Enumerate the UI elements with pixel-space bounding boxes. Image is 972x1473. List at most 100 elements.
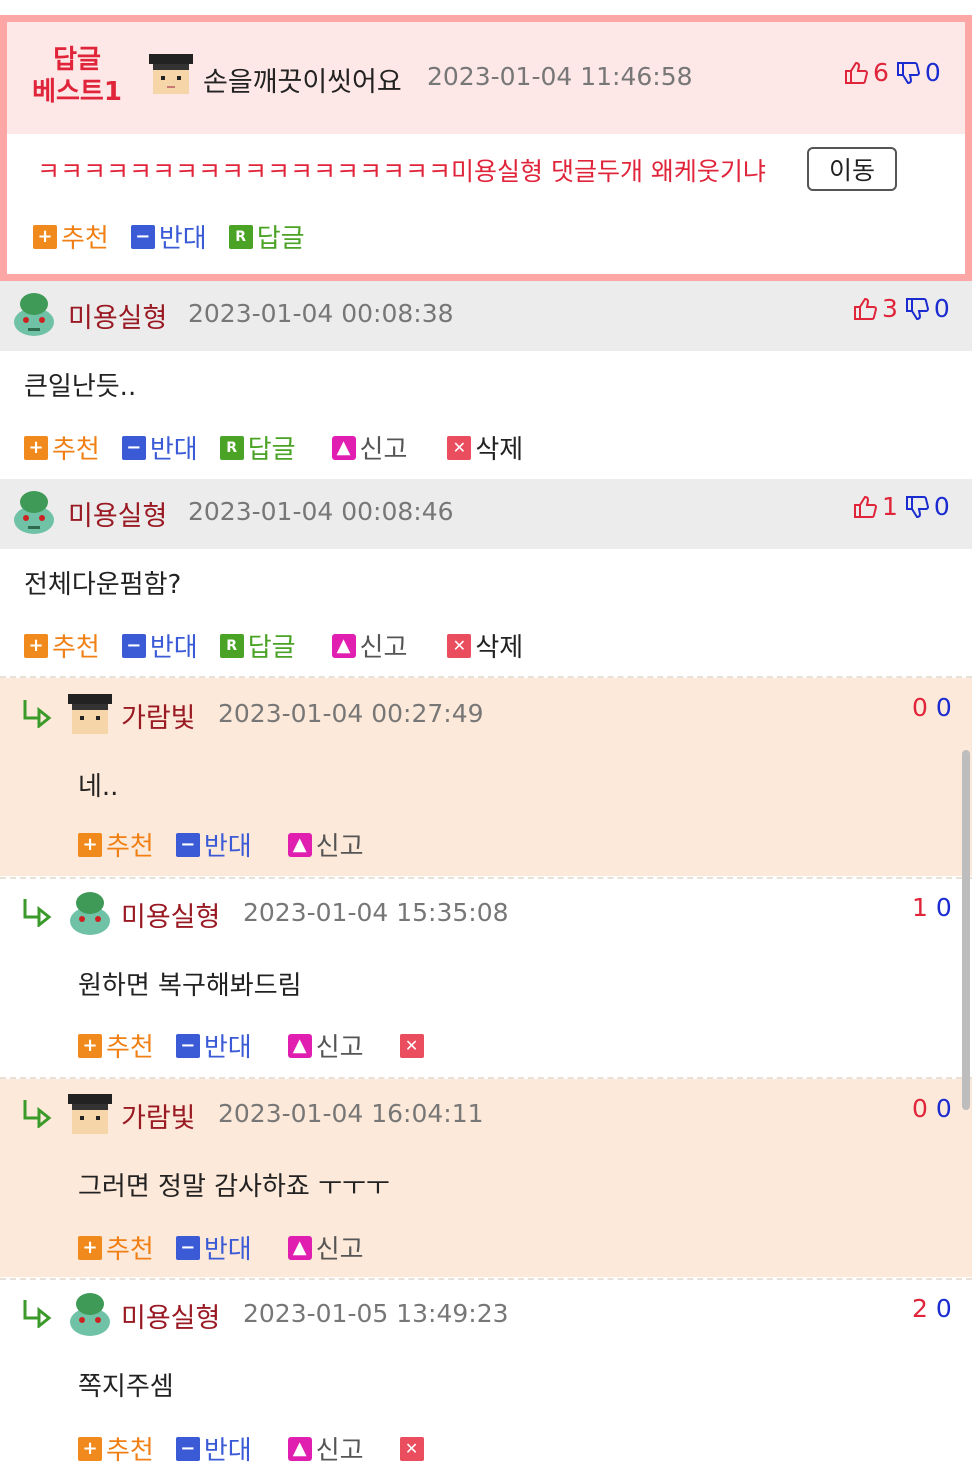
best-actions: + 추천 − 반대 R 답글 (33, 218, 327, 255)
comment-nickname[interactable]: 미용실형 (68, 296, 167, 335)
delete-label: 삭제 (475, 435, 524, 465)
oppose-button[interactable]: − 반대 (121, 627, 198, 664)
up-count: 1 (912, 893, 928, 922)
report-button[interactable]: ▲ 신고 (331, 429, 408, 466)
comment-actions: + 추천 − 반대 R 답글 ▲ 신고 ✕ 삭제 (24, 429, 545, 466)
delete-button[interactable]: ✕ (399, 1033, 428, 1058)
oppose-label: 반대 (158, 224, 207, 254)
recommend-label: 추천 (106, 832, 154, 862)
delete-button[interactable]: ✕ (399, 1436, 428, 1461)
thumbs-down-icon[interactable] (904, 494, 930, 520)
reply-votes: 0 0 (912, 1094, 952, 1123)
comment-date: 2023-01-04 00:08:46 (188, 497, 454, 526)
report-button[interactable]: ▲ 신고 (287, 1430, 364, 1467)
recommend-button[interactable]: + 추천 (78, 1229, 154, 1266)
recommend-button[interactable]: + 추천 (24, 627, 100, 664)
recommend-button[interactable]: + 추천 (24, 429, 100, 466)
thumbs-up-icon[interactable] (843, 60, 869, 86)
thumbs-down-icon[interactable] (895, 60, 921, 86)
minus-icon: − (121, 633, 146, 658)
reply-arrow-icon (23, 1300, 52, 1328)
reply-button[interactable]: R 답글 (219, 429, 296, 466)
best-label-line2: 베스트1 (32, 77, 122, 107)
report-siren-icon: ▲ (287, 1033, 312, 1058)
oppose-button[interactable]: − 반대 (175, 826, 252, 863)
best-label: 답글 베스트1 (27, 44, 127, 108)
up-count: 0 (912, 693, 928, 722)
oppose-label: 반대 (149, 435, 198, 465)
comment-text: 큰일난듯.. (24, 372, 137, 402)
best-nickname[interactable]: 손을깨끗이씻어요 (203, 60, 402, 99)
reply-nickname[interactable]: 가람빛 (121, 696, 196, 735)
oppose-button[interactable]: − 반대 (130, 218, 207, 255)
oppose-button[interactable]: − 반대 (121, 429, 198, 466)
recommend-button[interactable]: + 추천 (78, 1027, 154, 1064)
avatar[interactable] (66, 889, 114, 937)
oppose-label: 반대 (203, 1235, 252, 1265)
minus-icon: − (175, 832, 200, 857)
best-up-count: 6 (873, 58, 889, 87)
delete-button[interactable]: ✕ 삭제 (447, 627, 523, 664)
recommend-label: 추천 (106, 1033, 154, 1063)
reply-label: 답글 (247, 435, 296, 465)
up-count: 0 (912, 1094, 928, 1123)
delete-button[interactable]: ✕ 삭제 (447, 429, 523, 466)
reply-actions: + 추천 − 반대 ▲ 신고 ✕ (78, 1430, 450, 1467)
reply-label: 답글 (247, 633, 296, 663)
comment-nickname[interactable]: 미용실형 (68, 494, 167, 533)
reply-nickname[interactable]: 미용실형 (121, 895, 220, 934)
report-button[interactable]: ▲ 신고 (331, 627, 407, 664)
reply-nickname[interactable]: 가람빛 (121, 1096, 196, 1135)
report-siren-icon: ▲ (287, 832, 312, 857)
recommend-button[interactable]: + 추천 (78, 826, 154, 863)
recommend-label: 추천 (106, 1235, 154, 1265)
recommend-label: 추천 (52, 633, 100, 663)
reply-label: 답글 (256, 224, 305, 254)
recommend-label: 추천 (52, 435, 100, 465)
avatar[interactable] (10, 488, 58, 536)
report-button[interactable]: ▲ 신고 (287, 826, 364, 863)
oppose-button[interactable]: − 반대 (175, 1229, 252, 1266)
recommend-button[interactable]: + 추천 (33, 218, 109, 255)
down-count: 0 (933, 294, 950, 323)
up-count: 1 (882, 492, 898, 521)
avatar[interactable] (66, 1090, 114, 1138)
best-reply-header: 답글 베스트1 손을깨끗이씻어요 2023-01-04 11:46:58 6 0 (7, 22, 965, 134)
down-count: 0 (935, 693, 952, 722)
thumbs-down-icon[interactable] (904, 296, 930, 322)
report-label: 신고 (359, 435, 408, 465)
reply-actions: + 추천 − 반대 ▲ 신고 (78, 826, 386, 863)
move-button[interactable]: 이동 (807, 147, 897, 191)
delete-x-icon: ✕ (447, 435, 472, 460)
avatar[interactable] (66, 690, 114, 738)
oppose-button[interactable]: − 반대 (175, 1430, 252, 1467)
report-siren-icon: ▲ (331, 435, 356, 460)
reply-button[interactable]: R 답글 (219, 627, 296, 664)
reply-date: 2023-01-05 13:49:23 (243, 1299, 509, 1328)
comment-text: 전체다운펌함? (24, 570, 182, 600)
avatar[interactable] (147, 50, 195, 98)
recommend-label: 추천 (106, 1436, 154, 1466)
reply-button[interactable]: R 답글 (228, 218, 305, 255)
avatar[interactable] (10, 290, 58, 338)
comment-date: 2023-01-04 00:08:38 (188, 299, 454, 328)
plus-icon: + (78, 1436, 102, 1461)
reply-votes: 0 0 (912, 693, 952, 722)
best-down-count: 0 (924, 58, 941, 87)
recommend-button[interactable]: + 추천 (78, 1430, 154, 1467)
down-count: 0 (935, 1294, 952, 1323)
thumbs-up-icon[interactable] (852, 296, 878, 322)
reply-nickname[interactable]: 미용실형 (121, 1296, 220, 1335)
avatar[interactable] (66, 1290, 114, 1338)
reply-votes: 1 0 (912, 893, 952, 922)
oppose-button[interactable]: − 반대 (175, 1027, 252, 1064)
report-siren-icon: ▲ (287, 1436, 312, 1461)
plus-icon: + (33, 224, 57, 249)
report-button[interactable]: ▲ 신고 (287, 1229, 364, 1266)
up-count: 3 (882, 294, 898, 323)
report-button[interactable]: ▲ 신고 (287, 1027, 364, 1064)
thumbs-up-icon[interactable] (852, 494, 878, 520)
scrollbar[interactable] (962, 750, 970, 1110)
best-label-line1: 답글 (53, 45, 101, 75)
plus-icon: + (24, 435, 48, 460)
